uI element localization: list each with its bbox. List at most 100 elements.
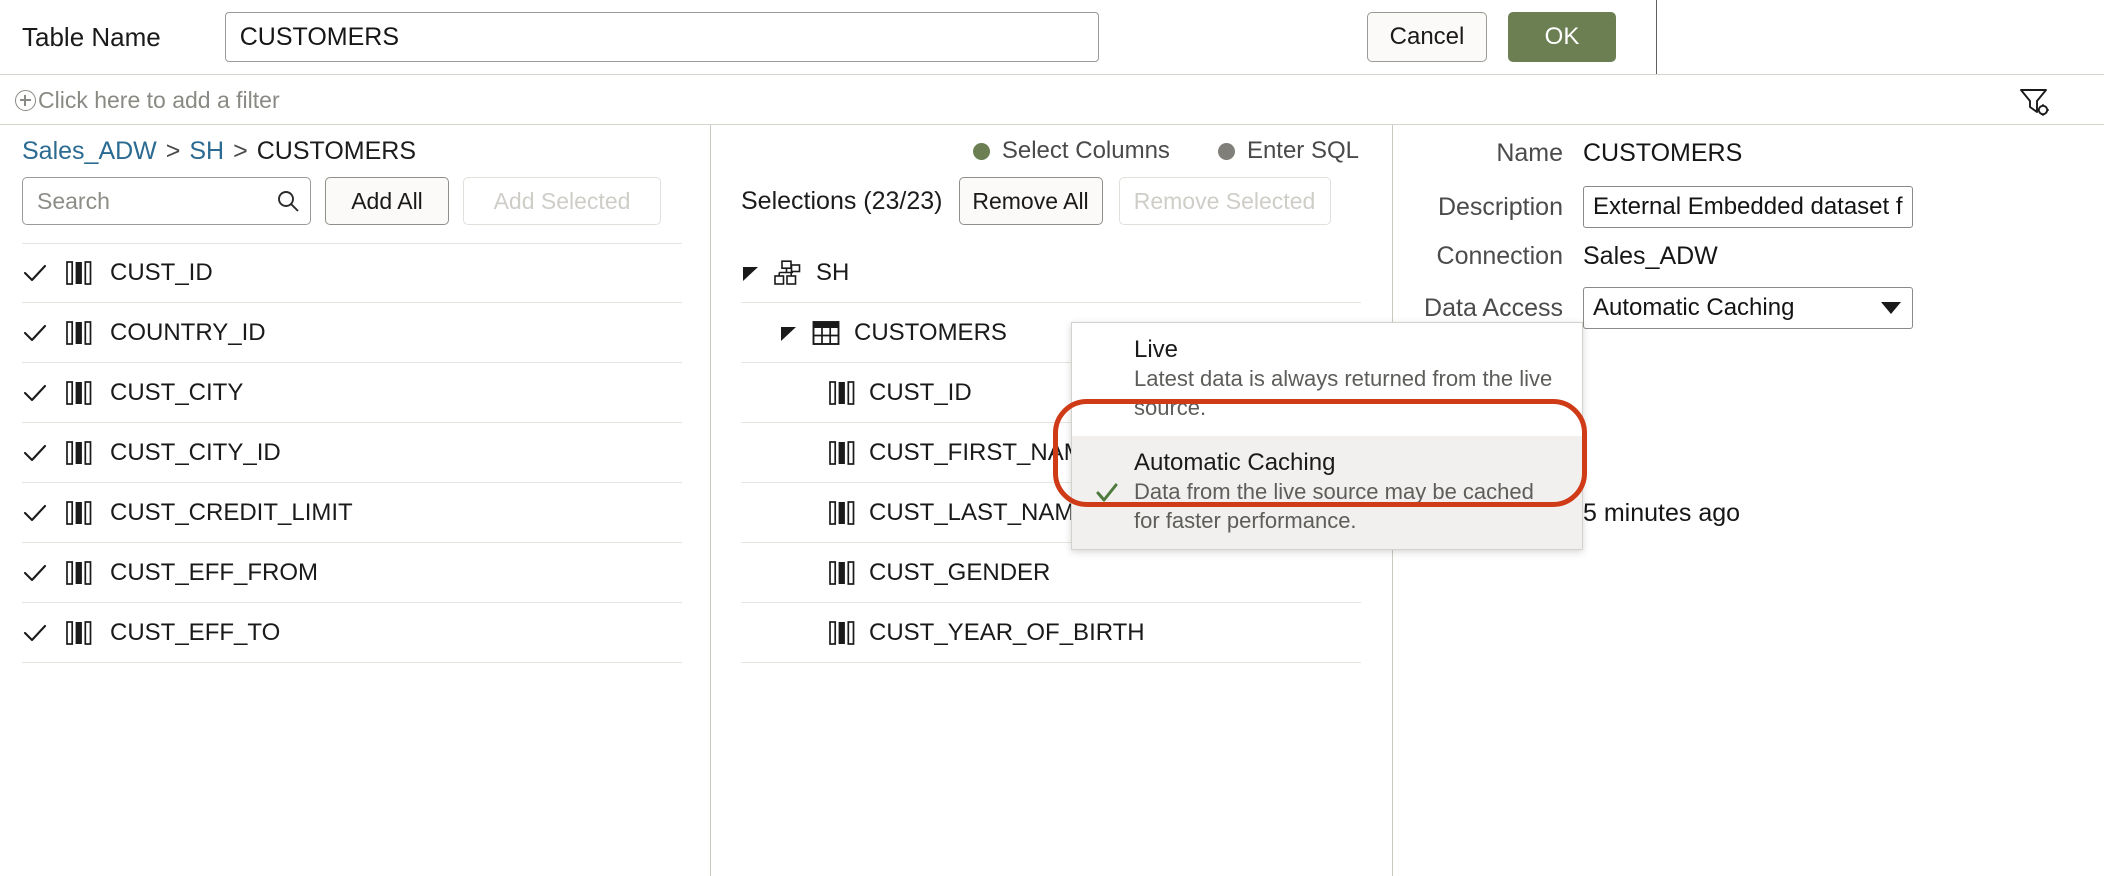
- selection-tree-label: CUST_ID: [869, 378, 972, 406]
- description-input[interactable]: [1583, 186, 1913, 228]
- selections-toolbar: Selections (23/23) Remove All Remove Sel…: [741, 177, 1331, 225]
- mode-radio-enter-sql[interactable]: Enter SQL: [1217, 137, 1359, 165]
- chevron-down-icon[interactable]: [1881, 302, 1901, 314]
- breadcrumb-separator-2: >: [233, 137, 248, 165]
- column-icon: [66, 499, 92, 527]
- ok-button[interactable]: OK: [1508, 12, 1616, 62]
- remove-all-button[interactable]: Remove All: [958, 177, 1103, 225]
- description-label: Description: [1437, 192, 1563, 221]
- selection-tree-label: CUSTOMERS: [854, 318, 1007, 346]
- data-access-label: Data Access: [1424, 293, 1563, 322]
- table-icon: [812, 320, 840, 346]
- available-column-label: CUST_CITY: [110, 378, 244, 406]
- schema-icon: [774, 259, 802, 286]
- column-icon: [66, 259, 92, 287]
- add-all-button[interactable]: Add All: [325, 177, 449, 225]
- property-row-name: Name CUSTOMERS: [1393, 139, 1742, 168]
- table-name-input[interactable]: [224, 12, 1099, 62]
- available-columns-panel: Sales_ADW > SH > CUSTOMERS Add All: [0, 125, 710, 876]
- radio-dot-icon: [972, 142, 990, 160]
- name-value: CUSTOMERS: [1583, 139, 1743, 167]
- column-icon: [829, 559, 855, 587]
- checkmark-icon[interactable]: [22, 440, 48, 466]
- dropdown-option-title: Automatic Caching: [1134, 449, 1336, 477]
- data-access-select[interactable]: Automatic Caching: [1583, 287, 1913, 329]
- remove-selected-button[interactable]: Remove Selected: [1118, 177, 1331, 225]
- filter-bar: Click here to add a filter: [0, 75, 2104, 124]
- mode-radio-group: Select Columns Enter SQL: [972, 137, 1359, 165]
- selection-tree-row[interactable]: CUST_GENDER: [741, 543, 1361, 603]
- selection-tree-row[interactable]: CUST_YEAR_OF_BIRTH: [741, 603, 1361, 663]
- dataset-properties-panel: Name CUSTOMERS Description Connection Sa…: [1053, 125, 2104, 876]
- mode-radio-select-columns[interactable]: Select Columns: [972, 137, 1170, 165]
- available-column-row[interactable]: CUST_CREDIT_LIMIT: [22, 483, 682, 543]
- filter-settings-icon[interactable]: [2018, 85, 2052, 117]
- selection-tree-label: SH: [816, 258, 850, 286]
- breadcrumb-connection[interactable]: Sales_ADW: [22, 137, 157, 166]
- column-icon: [829, 379, 855, 407]
- mode-radio-label: Select Columns: [1001, 137, 1170, 164]
- column-icon: [66, 319, 92, 347]
- column-icon: [66, 619, 92, 647]
- available-column-label: CUST_CREDIT_LIMIT: [110, 498, 353, 526]
- column-icon: [66, 559, 92, 587]
- cancel-button[interactable]: Cancel: [1367, 12, 1487, 62]
- selection-tree-row[interactable]: SH: [741, 243, 1361, 303]
- selections-count-label: Selections (23/23): [741, 186, 943, 215]
- selection-tree-label: CUST_FIRST_NAME: [869, 438, 1100, 466]
- checkmark-icon[interactable]: [22, 560, 48, 586]
- dropdown-option-description: Latest data is always returned from the …: [1134, 366, 1553, 420]
- dropdown-option-description: Data from the live source may be cached …: [1134, 479, 1534, 533]
- available-column-row[interactable]: CUST_CITY_ID: [22, 423, 682, 483]
- checkmark-icon[interactable]: [22, 320, 48, 346]
- main-area: Sales_ADW > SH > CUSTOMERS Add All: [0, 125, 2104, 876]
- expand-caret-icon[interactable]: [779, 323, 798, 342]
- radio-dot-icon: [1217, 142, 1235, 160]
- checkmark-icon[interactable]: [22, 380, 48, 406]
- data-access-dropdown-menu[interactable]: Live Latest data is always returned from …: [1071, 322, 1583, 551]
- available-column-row[interactable]: CUST_CITY: [22, 363, 682, 423]
- available-column-row[interactable]: CUST_EFF_TO: [22, 603, 682, 663]
- search-input[interactable]: [22, 177, 311, 225]
- dropdown-option-live[interactable]: Live Latest data is always returned from …: [1072, 323, 1582, 436]
- mode-radio-label: Enter SQL: [1246, 137, 1359, 164]
- search-icon[interactable]: [276, 189, 300, 213]
- selection-tree-label: CUST_YEAR_OF_BIRTH: [869, 618, 1145, 646]
- expand-caret-icon[interactable]: [741, 263, 760, 282]
- available-column-row[interactable]: COUNTRY_ID: [22, 303, 682, 363]
- breadcrumb-separator-1: >: [165, 137, 181, 165]
- add-selected-button[interactable]: Add Selected: [463, 177, 661, 225]
- available-column-row[interactable]: CUST_ID: [22, 243, 682, 303]
- breadcrumb-table: CUSTOMERS: [256, 137, 416, 165]
- column-icon: [829, 439, 855, 467]
- available-column-label: CUST_EFF_TO: [110, 618, 281, 646]
- table-editor-dialog: Table Name Cancel OK Click here to add a…: [0, 0, 2104, 876]
- breadcrumb-schema[interactable]: SH: [189, 137, 224, 166]
- checkmark-icon[interactable]: [22, 620, 48, 646]
- available-column-label: CUST_ID: [110, 259, 213, 286]
- connection-value: Sales_ADW: [1583, 242, 1718, 270]
- checkmark-icon[interactable]: [22, 500, 48, 526]
- table-name-label: Table Name: [22, 21, 161, 52]
- properties-list: Name CUSTOMERS Description Connection Sa…: [1053, 125, 2104, 876]
- search-toolbar: Add All Add Selected: [22, 177, 661, 225]
- available-column-row[interactable]: CUST_EFF_FROM: [22, 543, 682, 603]
- available-column-label: CUST_CITY_ID: [110, 438, 281, 466]
- column-icon: [829, 499, 855, 527]
- breadcrumb: Sales_ADW > SH > CUSTOMERS: [22, 137, 416, 166]
- checkmark-icon[interactable]: [22, 260, 48, 286]
- search-field-wrapper: [22, 177, 311, 225]
- add-filter-button[interactable]: Click here to add a filter: [15, 87, 280, 114]
- column-icon: [829, 619, 855, 647]
- connection-label: Connection: [1436, 242, 1563, 270]
- available-column-label: COUNTRY_ID: [110, 318, 266, 346]
- property-row-description: Description: [1393, 186, 1913, 228]
- top-bar-divider: [1656, 0, 1657, 74]
- column-icon: [66, 439, 92, 467]
- dropdown-option-automatic-caching[interactable]: Automatic Caching Data from the live sour…: [1072, 436, 1582, 550]
- selection-tree-label: CUST_LAST_NAME: [869, 498, 1091, 526]
- top-bar: Table Name Cancel OK: [0, 0, 2104, 74]
- data-access-select-wrapper: Automatic Caching: [1583, 287, 1913, 329]
- name-label: Name: [1496, 139, 1563, 167]
- dropdown-option-title: Live: [1134, 336, 1179, 363]
